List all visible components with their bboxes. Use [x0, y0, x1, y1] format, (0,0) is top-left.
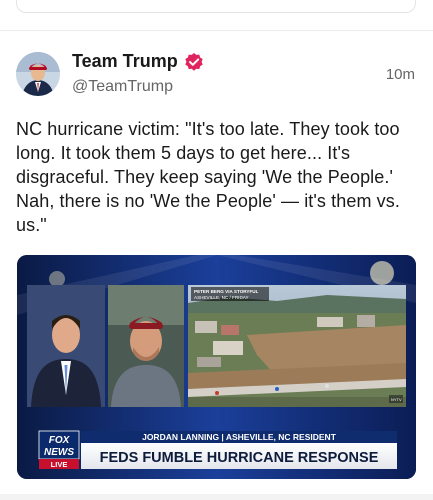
- lower-third: JORDAN LANNING | ASHEVILLE, NC RESIDENT …: [81, 431, 397, 469]
- post-text: NC hurricane victim: "It's too late. The…: [16, 119, 400, 235]
- logo-fox: FOX: [49, 435, 71, 446]
- author-row: Team Trump: [72, 51, 204, 72]
- host-video-panel: [27, 285, 105, 407]
- author-name[interactable]: Team Trump: [72, 51, 178, 72]
- author-handle[interactable]: @TeamTrump: [72, 78, 173, 96]
- news-headline: FEDS FUMBLE HURRICANE RESPONSE: [100, 450, 379, 466]
- resident-video-panel: [108, 285, 184, 407]
- footage-location: ASHEVILLE, NC / FRIDAY: [194, 295, 249, 300]
- post-timestamp: 10m: [385, 66, 415, 83]
- post-video-media[interactable]: PETER BERG VIA STORYFUL ASHEVILLE, NC / …: [17, 255, 416, 479]
- corner-bug: NYTV: [391, 397, 402, 402]
- aerial-flood-footage: PETER BERG VIA STORYFUL ASHEVILLE, NC / …: [188, 285, 406, 407]
- verified-badge-icon: [185, 52, 203, 71]
- next-post-edge: [0, 494, 433, 500]
- fox-news-logo: FOX NEWS LIVE: [38, 430, 80, 469]
- lower-third-name: JORDAN LANNING | ASHEVILLE, NC RESIDENT: [142, 432, 337, 442]
- logo-news: NEWS: [44, 447, 74, 458]
- divider: [0, 30, 433, 31]
- footage-credit: PETER BERG VIA STORYFUL: [194, 289, 259, 294]
- logo-live: LIVE: [51, 460, 68, 469]
- previous-post-card: [16, 0, 416, 13]
- avatar[interactable]: [16, 52, 60, 96]
